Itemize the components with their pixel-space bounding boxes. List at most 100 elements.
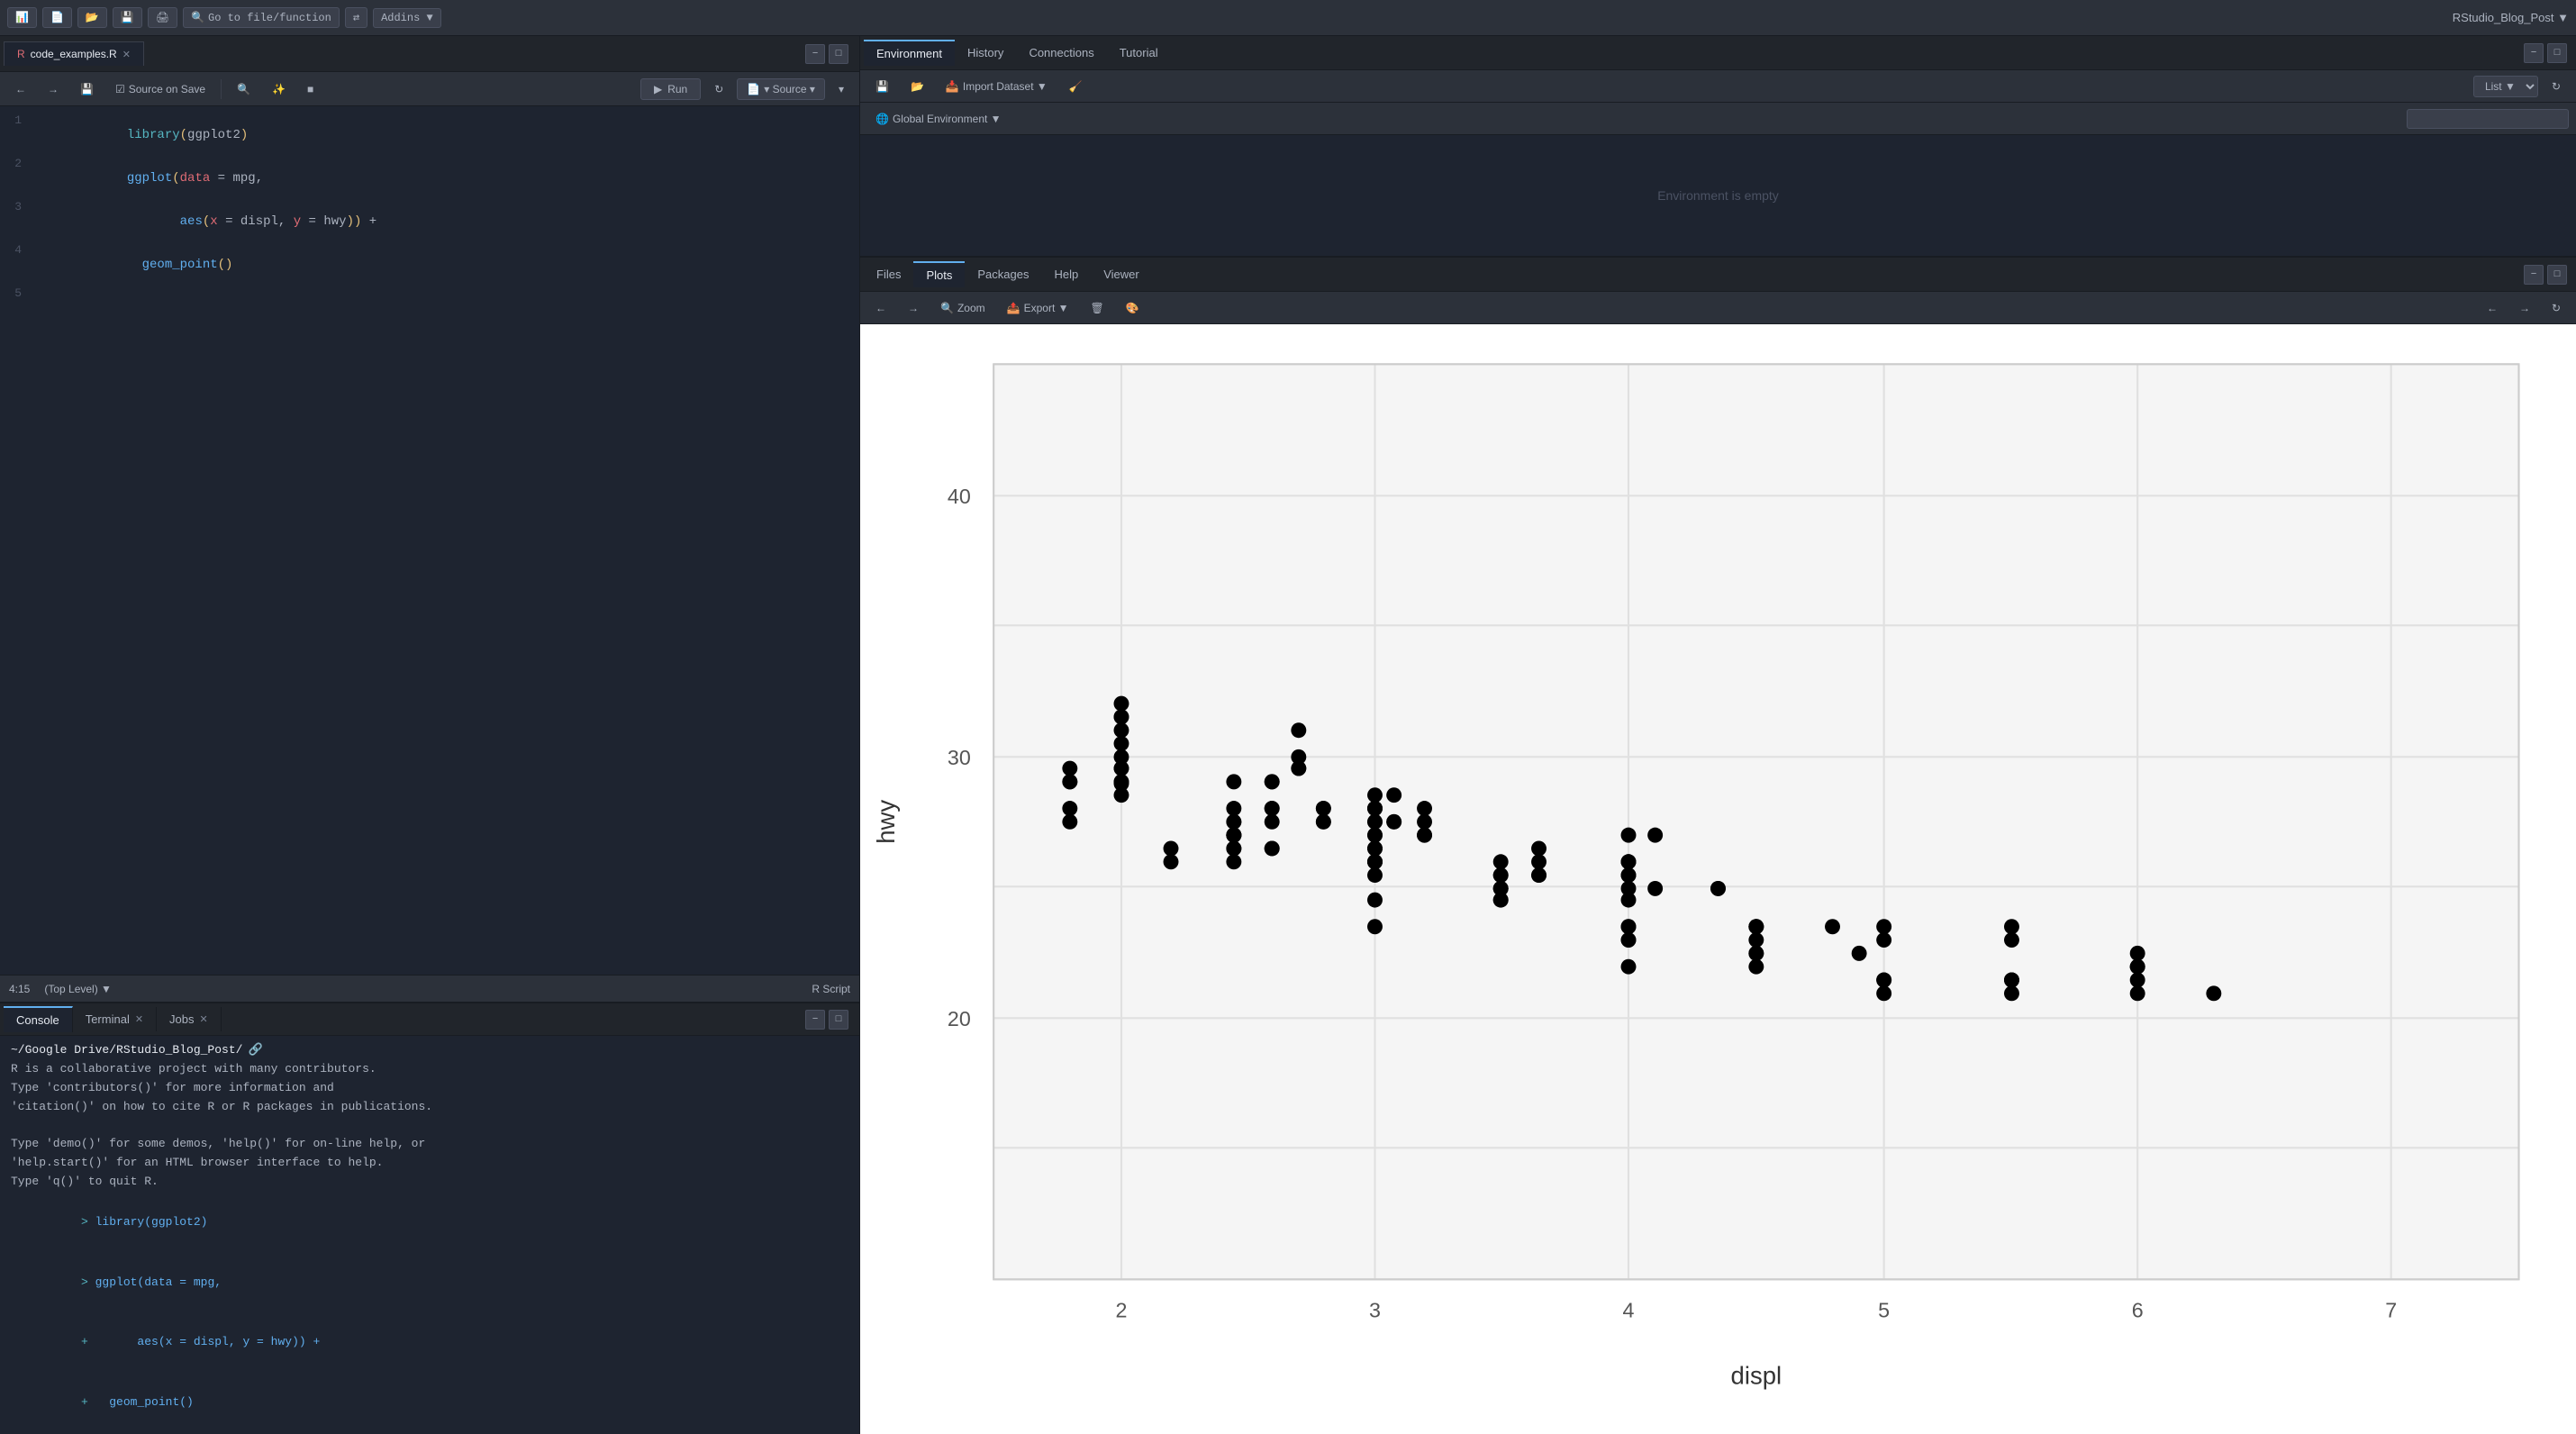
export-label: Export ▼	[1024, 302, 1069, 314]
source-on-save-btn[interactable]: ☑ Source on Save	[107, 79, 213, 99]
console-path: ~/Google Drive/RStudio_Blog_Post/ 🔗	[11, 1043, 848, 1057]
env-tab-tutorial[interactable]: Tutorial	[1107, 41, 1171, 65]
plots-tab-viewer[interactable]: Viewer	[1091, 262, 1152, 286]
svg-text:2: 2	[1116, 1299, 1128, 1322]
prompt-2: >	[81, 1275, 95, 1289]
minimize-console-btn[interactable]: −	[805, 1010, 825, 1030]
maximize-editor-btn[interactable]: □	[829, 44, 848, 64]
rerun-btn[interactable]: ↻	[706, 79, 731, 99]
maximize-env-btn[interactable]: □	[2547, 43, 2567, 63]
minimize-env-btn[interactable]: −	[2524, 43, 2544, 63]
new-file-icon: 📄	[50, 11, 64, 24]
editor-tab-close[interactable]: ✕	[122, 49, 131, 60]
svg-text:20: 20	[948, 1007, 971, 1030]
env-tab-history[interactable]: History	[955, 41, 1016, 65]
plots-tab-packages[interactable]: Packages	[965, 262, 1041, 286]
cursor-position: 4:15	[9, 983, 30, 995]
env-tab-label: Environment	[876, 47, 942, 60]
code-line-5: 5	[0, 286, 859, 306]
zoom-btn[interactable]: ⇄	[345, 7, 367, 28]
print-btn[interactable]: 🖨	[148, 7, 177, 28]
plots-tab-plots[interactable]: Plots	[913, 261, 965, 287]
env-body: Environment is empty	[860, 135, 2576, 256]
compile-btn[interactable]: ■	[299, 79, 322, 99]
line-num-1: 1	[7, 113, 36, 127]
minimize-editor-btn[interactable]: −	[805, 44, 825, 64]
console-tab-console[interactable]: Console	[4, 1006, 73, 1032]
console-tab-jobs[interactable]: Jobs ✕	[157, 1007, 222, 1031]
jobs-tab-close[interactable]: ✕	[200, 1013, 208, 1025]
line-content-3: aes(x = displ, y = hwy)) +	[36, 200, 376, 243]
r-file-icon: R	[17, 48, 25, 60]
source-btn[interactable]: 📄 ▾ Source ▾	[737, 78, 825, 100]
goto-btn[interactable]: 🔍 Go to file/function	[183, 7, 340, 28]
project-title[interactable]: RStudio_Blog_Post ▼	[2453, 11, 2569, 24]
minimize-plots-btn[interactable]: −	[2524, 265, 2544, 285]
env-tab-environment[interactable]: Environment	[864, 40, 955, 66]
env-search-input[interactable]	[2407, 109, 2569, 129]
plots-tab-help[interactable]: Help	[1041, 262, 1091, 286]
import-dataset-btn[interactable]: 📥 Import Dataset ▼	[938, 77, 1056, 96]
prev-plot-btn[interactable]: ←	[867, 298, 894, 318]
global-env-btn[interactable]: 🌐 Global Environment ▼	[867, 109, 1010, 129]
main-layout: R code_examples.R ✕ − □ ← → 💾 ☑ Source o…	[0, 36, 2576, 1434]
hide-btn[interactable]: ▾	[830, 79, 852, 99]
file-type[interactable]: R Script	[812, 983, 850, 995]
svg-text:4: 4	[1623, 1299, 1635, 1322]
save-history-btn[interactable]: 💾	[867, 77, 897, 96]
forward-btn[interactable]: →	[40, 79, 67, 99]
maximize-console-btn[interactable]: □	[829, 1010, 848, 1030]
load-workspace-btn[interactable]: 📂	[903, 77, 932, 96]
paint-btn[interactable]: 🎨	[1118, 298, 1147, 318]
editor-tab-label: code_examples.R	[31, 48, 117, 60]
list-select[interactable]: List ▼	[2473, 76, 2538, 97]
console-tab-label: Console	[16, 1013, 59, 1027]
plots-nav-fwd[interactable]: →	[2511, 298, 2538, 318]
code-line-3: 3 aes(x = displ, y = hwy)) +	[0, 200, 859, 243]
back-btn[interactable]: ←	[7, 79, 34, 99]
save-file-btn[interactable]: 💾	[72, 79, 102, 99]
export-btn[interactable]: 📤 Export ▼	[999, 298, 1077, 318]
run-btn[interactable]: ▶ Run	[640, 78, 701, 100]
env-panel: Environment History Connections Tutorial…	[860, 36, 2576, 258]
console-tab-terminal[interactable]: Terminal ✕	[73, 1007, 157, 1031]
line-num-3: 3	[7, 200, 36, 213]
plots-tab-label: Plots	[926, 268, 952, 282]
editor-tab-controls: − □	[805, 44, 856, 64]
clear-env-btn[interactable]: 🧹	[1061, 77, 1091, 96]
plots-nav-back[interactable]: ←	[2479, 298, 2506, 318]
code-line-4: 4 geom_point()	[0, 243, 859, 286]
viewer-tab-label: Viewer	[1103, 268, 1139, 281]
console-body[interactable]: ~/Google Drive/RStudio_Blog_Post/ 🔗 R is…	[0, 1036, 859, 1434]
source-label: ▾ Source ▾	[764, 83, 815, 95]
cmd-code-3: aes(x = displ, y = hwy)) +	[88, 1335, 320, 1348]
scope-indicator[interactable]: (Top Level) ▼	[44, 983, 112, 995]
plots-tab-files[interactable]: Files	[864, 262, 913, 286]
console-command-1: > library(ggplot2)	[11, 1195, 848, 1251]
left-panel: R code_examples.R ✕ − □ ← → 💾 ☑ Source o…	[0, 36, 860, 1434]
console-output: R is a collaborative project with many c…	[11, 1060, 848, 1192]
new-file-btn[interactable]: 📄	[42, 7, 72, 28]
history-tab-label: History	[967, 46, 1003, 59]
editor-tab-code-examples[interactable]: R code_examples.R ✕	[4, 41, 144, 66]
zoom-icon: 🔍	[940, 302, 954, 314]
code-editor[interactable]: 1 library(ggplot2) 2 ggplot(data = mpg, …	[0, 106, 859, 975]
zoom-btn[interactable]: 🔍 Zoom	[932, 298, 993, 318]
env-tab-connections[interactable]: Connections	[1016, 41, 1106, 65]
export-icon: 📤	[1007, 302, 1020, 314]
refresh-env-btn[interactable]: ↻	[2544, 77, 2569, 96]
save-btn[interactable]: 💾	[113, 7, 142, 28]
scatter-plot: 2 3 4 5 6 7 20 30 40 displ hwy	[860, 324, 2576, 1434]
maximize-plots-btn[interactable]: □	[2547, 265, 2567, 285]
magic-wand-btn[interactable]: ✨	[264, 79, 294, 99]
run-icon: ▶	[654, 83, 662, 95]
rstudio-icon-btn[interactable]: 📊	[7, 7, 37, 28]
plots-refresh-btn[interactable]: ↻	[2544, 298, 2569, 318]
open-file-btn[interactable]: 📂	[77, 7, 107, 28]
delete-plot-btn[interactable]: 🗑	[1083, 298, 1112, 318]
next-plot-btn[interactable]: →	[900, 298, 927, 318]
addins-btn[interactable]: Addins ▼	[373, 8, 441, 28]
plots-panel-controls: − □	[2524, 265, 2572, 285]
find-btn[interactable]: 🔍	[229, 79, 259, 99]
terminal-tab-close[interactable]: ✕	[135, 1013, 143, 1025]
